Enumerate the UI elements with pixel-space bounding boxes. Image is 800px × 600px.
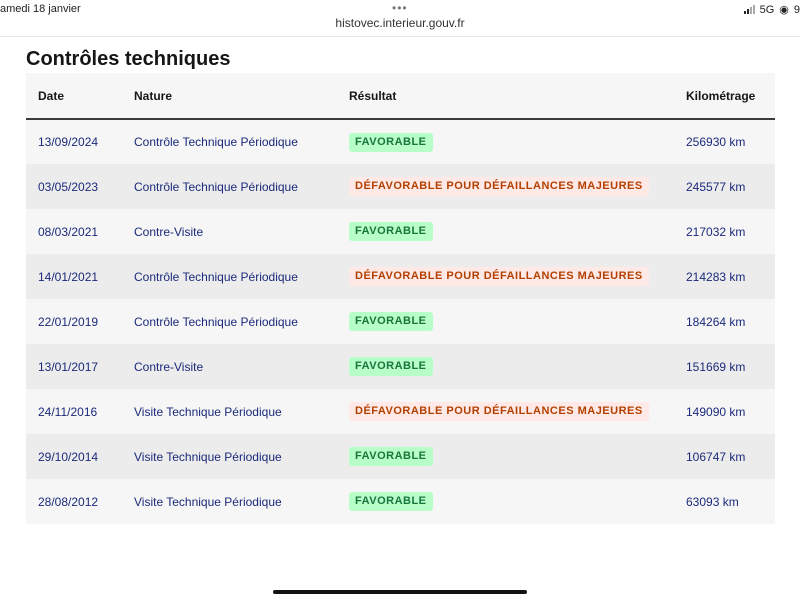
table-row: 28/08/2012 Visite Technique Périodique FAV… xyxy=(26,479,775,524)
cell-nature: Visite Technique Périodique xyxy=(134,449,282,464)
cell-date: 28/08/2012 xyxy=(38,494,99,509)
cell-result: FAVORABLE xyxy=(337,434,674,479)
cell-mileage: 245577 km xyxy=(686,179,746,194)
battery-label: 9 xyxy=(793,3,800,16)
cell-mileage: 217032 km xyxy=(686,224,746,239)
cell-nature: Contrôle Technique Périodique xyxy=(134,135,298,149)
cell-result: FAVORABLE xyxy=(337,209,674,254)
cell-nature: Visite Technique Périodique xyxy=(134,494,282,509)
cell-result: FAVORABLE xyxy=(337,299,674,344)
url-text[interactable]: histovec.interieur.gouv.fr xyxy=(335,16,464,30)
cell-mileage: 184264 km xyxy=(686,314,746,329)
status-badge-defavorable: DÉFAVORABLE POUR DÉFAILLANCES MAJEURES xyxy=(349,267,649,286)
cell-nature: Contrôle Technique Périodique xyxy=(134,269,298,284)
cell-date: 14/01/2021 xyxy=(38,269,99,284)
technical-inspections-table: Date Nature Résultat Kilométrage 13/09/2… xyxy=(26,73,775,524)
cell-nature: Contre-Visite xyxy=(134,359,204,374)
page-content: Contrôles techniques Date Nature Résulta… xyxy=(0,36,800,589)
header-nature: Nature xyxy=(134,88,173,103)
table-row: 22/01/2019 Contrôle Technique Périodique F… xyxy=(26,299,775,344)
table-row: 13/01/2017 Contre-Visite FAVORABLE 151669 k… xyxy=(26,344,775,389)
table-body: 13/09/2024 Contrôle Technique Périodique F… xyxy=(26,119,775,524)
cell-mileage: 63093 km xyxy=(686,494,739,509)
status-badge-defavorable: DÉFAVORABLE POUR DÉFAILLANCES MAJEURES xyxy=(349,402,649,421)
status-badge-favorable: FAVORABLE xyxy=(349,492,433,511)
cell-result: FAVORABLE xyxy=(337,344,674,389)
cell-nature: Contre-Visite xyxy=(134,224,204,239)
status-indicators: 5G ◉ 9 xyxy=(743,3,800,16)
more-dots-icon[interactable]: ••• xyxy=(392,1,408,15)
network-label: 5G xyxy=(759,3,775,16)
status-badge-favorable: FAVORABLE xyxy=(349,132,433,152)
cell-date: 24/11/2016 xyxy=(38,404,98,419)
status-badge-favorable: FAVORABLE xyxy=(349,447,433,466)
table-row: 29/10/2014 Visite Technique Périodique FAV… xyxy=(26,434,775,479)
address-bar[interactable]: histovec.interieur.gouv.fr xyxy=(0,16,800,34)
table-row: 03/05/2023 Contrôle Technique Périodique D… xyxy=(26,164,775,209)
table-row: 13/09/2024 Contrôle Technique Périodique F… xyxy=(26,119,775,164)
cell-result: FAVORABLE xyxy=(337,479,674,524)
cell-mileage: 256930 km xyxy=(686,135,746,149)
cell-nature: Contrôle Technique Périodique xyxy=(134,314,298,329)
table-row: 08/03/2021 Contre-Visite FAVORABLE 217032 k… xyxy=(26,209,775,254)
home-indicator[interactable] xyxy=(273,590,527,594)
status-date: amedi 18 janvier xyxy=(0,3,81,15)
table-row: 24/11/2016 Visite Technique Périodique DÉF… xyxy=(26,389,775,434)
location-icon: ◉ xyxy=(779,4,789,16)
cell-mileage: 106747 km xyxy=(686,449,746,464)
cell-date: 13/01/2017 xyxy=(38,359,99,374)
cell-nature: Contrôle Technique Périodique xyxy=(134,179,298,194)
cell-mileage: 149090 km xyxy=(686,404,746,419)
status-badge-favorable: FAVORABLE xyxy=(349,222,433,241)
cell-result: DÉFAVORABLE POUR DÉFAILLANCES MAJEURES xyxy=(337,254,674,299)
table-row: 14/01/2021 Contrôle Technique Périodique D… xyxy=(26,254,775,299)
cell-date: 13/09/2024 xyxy=(38,135,99,149)
status-badge-favorable: FAVORABLE xyxy=(349,357,433,376)
status-badge-favorable: FAVORABLE xyxy=(349,312,433,331)
table-header: Date Nature Résultat Kilométrage xyxy=(26,73,775,119)
cell-mileage: 214283 km xyxy=(686,269,746,284)
cell-mileage: 151669 km xyxy=(686,359,746,374)
header-date: Date xyxy=(38,88,65,103)
cellular-signal-icon xyxy=(743,5,755,14)
cell-result: FAVORABLE xyxy=(337,119,674,164)
cell-result: DÉFAVORABLE POUR DÉFAILLANCES MAJEURES xyxy=(337,164,674,209)
header-mileage: Kilométrage xyxy=(686,88,756,103)
header-result: Résultat xyxy=(349,88,397,103)
cell-date: 03/05/2023 xyxy=(38,179,99,194)
cell-date: 22/01/2019 xyxy=(38,314,99,329)
section-title: Contrôles techniques xyxy=(26,48,231,70)
cell-date: 08/03/2021 xyxy=(38,224,99,239)
cell-date: 29/10/2014 xyxy=(38,449,99,464)
status-badge-defavorable: DÉFAVORABLE POUR DÉFAILLANCES MAJEURES xyxy=(349,177,649,196)
cell-result: DÉFAVORABLE POUR DÉFAILLANCES MAJEURES xyxy=(337,389,674,434)
header-row: Date Nature Résultat Kilométrage xyxy=(26,73,775,119)
cell-nature: Visite Technique Périodique xyxy=(134,404,282,419)
